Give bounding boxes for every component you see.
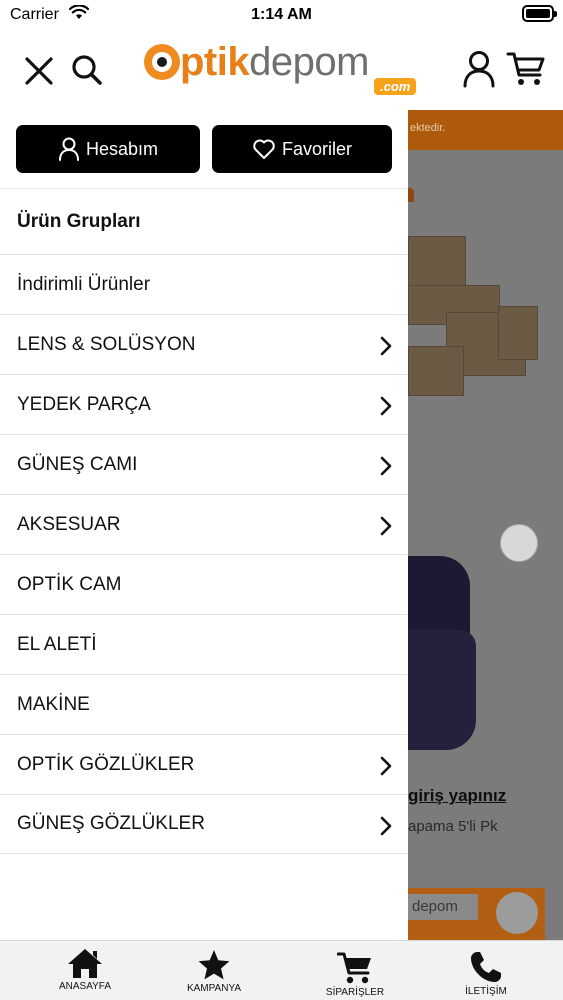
bg-box [408, 236, 466, 288]
chevron-right-icon [380, 396, 392, 416]
menu-item-label: OPTİK CAM [17, 573, 122, 595]
battery-icon [522, 5, 557, 22]
status-bar: Carrier 1:14 AM [0, 0, 563, 30]
menu-item[interactable]: Ürün Grupları [0, 188, 408, 254]
bg-carousel-dot [500, 524, 538, 562]
bg-ribbon-2 [408, 188, 412, 192]
bg-product-image-2 [408, 630, 476, 750]
menu-item-label: GÜNEŞ GÖZLÜKLER [17, 813, 205, 834]
account-button-label: Hesabım [85, 138, 159, 159]
menu-item[interactable]: YEDEK PARÇA [0, 374, 408, 434]
favorites-button[interactable]: Favoriler [212, 125, 392, 173]
tab-label: ANASAYFA [58, 981, 112, 992]
bg-login-link: giriş yapınız [408, 786, 507, 805]
star-icon [198, 950, 230, 980]
menu-item[interactable]: AKSESUAR [0, 494, 408, 554]
menu-item[interactable]: İndirimli Ürünler [0, 254, 408, 314]
menu-item[interactable]: OPTİK CAM [0, 554, 408, 614]
menu-item-label: AKSESUAR [17, 513, 121, 535]
bg-banner: ektedir. [408, 110, 563, 150]
tab-label: SİPARİŞLER [325, 987, 385, 998]
bg-card-inner: depom [408, 894, 478, 920]
menu-item[interactable]: EL ALETİ [0, 614, 408, 674]
background-page: ektedir. giriş yapınız apama 5'li Pk dep… [408, 110, 563, 940]
bg-card-circle [496, 892, 538, 934]
logo-com-badge: .com [374, 78, 417, 95]
menu-item[interactable]: LENS & SOLÜSYON [0, 314, 408, 374]
chevron-right-icon [380, 516, 392, 536]
menu-item-label: OPTİK GÖZLÜKLER [17, 753, 195, 775]
bg-banner-text: ektedir. [410, 122, 446, 134]
cart-icon[interactable] [506, 50, 546, 88]
user-icon [58, 137, 79, 161]
account-button[interactable]: Hesabım [16, 125, 200, 173]
app-header: ptikdepom .com [0, 30, 563, 110]
chevron-right-icon [380, 456, 392, 476]
bg-promo-card: depom [408, 888, 545, 940]
search-icon[interactable] [71, 54, 103, 86]
logo-wordmark: ptikdepom [180, 40, 369, 84]
close-icon[interactable] [24, 56, 54, 86]
chevron-right-icon [380, 816, 392, 836]
menu-item[interactable]: GÜNEŞ GÖZLÜKLER [0, 794, 408, 854]
menu-item-label: MAKİNE [17, 693, 90, 715]
user-icon[interactable] [462, 50, 496, 88]
menu-item-label: EL ALETİ [17, 633, 97, 655]
brand-logo[interactable]: ptikdepom .com [142, 40, 424, 98]
bg-card-text: depom [412, 898, 458, 915]
tab-kampanya[interactable]: KAMPANYA [159, 949, 269, 994]
category-menu: Ürün Grupları İndirimli Ürünler LENS & SOL… [0, 188, 408, 854]
menu-item-label: YEDEK PARÇA [17, 393, 151, 415]
chevron-right-icon [380, 756, 392, 776]
home-icon [68, 949, 102, 978]
favorites-button-label: Favoriler [281, 138, 352, 159]
menu-item[interactable]: GÜNEŞ CAMI [0, 434, 408, 494]
chevron-right-icon [380, 336, 392, 356]
menu-item-label: LENS & SOLÜSYON [17, 333, 196, 355]
phone-icon [471, 952, 501, 982]
tab-anasayfa[interactable]: ANASAYFA [30, 947, 140, 992]
cart-icon [337, 952, 371, 984]
bottom-tab-bar: ANASAYFA KAMPANYA SİPARİŞLER İLETİŞİM [0, 940, 563, 1000]
status-time: 1:14 AM [251, 6, 312, 23]
tab-label: İLETİŞİM [465, 986, 507, 997]
heart-icon [253, 139, 275, 159]
bg-box-4 [408, 346, 464, 396]
menu-item[interactable]: MAKİNE [0, 674, 408, 734]
tab-label: KAMPANYA [186, 983, 242, 994]
bg-product-desc: apama 5'li Pk [408, 818, 498, 835]
tab-siparisler[interactable]: SİPARİŞLER [300, 951, 410, 998]
menu-item-label: GÜNEŞ CAMI [17, 453, 138, 475]
logo-eye-icon [144, 44, 180, 80]
menu-item-label: İndirimli Ürünler [17, 273, 151, 295]
side-drawer: Hesabım Favoriler Ürün Grupları İndirimli… [0, 110, 408, 940]
bg-box-5 [498, 306, 538, 360]
menu-item[interactable]: OPTİK GÖZLÜKLER [0, 734, 408, 794]
tab-iletisim[interactable]: İLETİŞİM [431, 950, 541, 997]
menu-item-label: Ürün Grupları [17, 210, 141, 232]
